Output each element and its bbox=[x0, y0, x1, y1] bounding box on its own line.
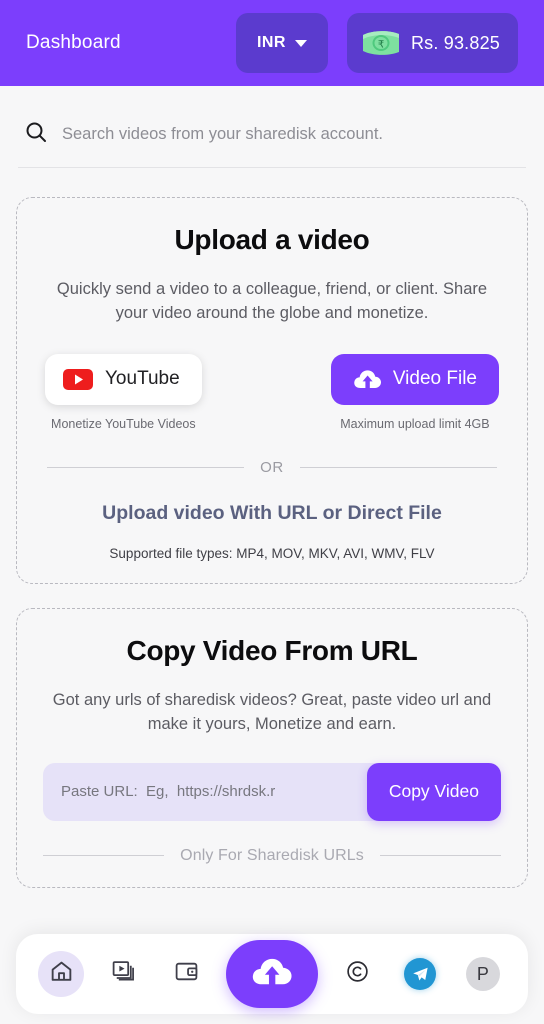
or-divider-label: OR bbox=[260, 458, 284, 476]
wallet-icon bbox=[174, 959, 199, 989]
nav-item-telegram[interactable] bbox=[397, 951, 443, 997]
video-file-button-label: Video File bbox=[392, 368, 477, 390]
upload-actions: YouTube Monetize YouTube Videos Video Fi… bbox=[35, 353, 509, 431]
cloud-upload-icon bbox=[251, 955, 293, 994]
video-file-button[interactable]: Video File bbox=[330, 353, 499, 405]
svg-text:₹: ₹ bbox=[378, 40, 384, 51]
home-icon bbox=[49, 959, 74, 989]
app-header: Dashboard INR ₹ Rs. 93.825 bbox=[0, 0, 544, 86]
copy-url-row: Copy Video bbox=[35, 762, 509, 821]
nav-item-wallet[interactable] bbox=[163, 951, 209, 997]
chevron-down-icon bbox=[294, 39, 307, 47]
youtube-icon bbox=[63, 368, 93, 390]
copy-card-subtitle: Got any urls of sharedisk videos? Great,… bbox=[52, 690, 492, 733]
copyright-icon bbox=[345, 959, 370, 989]
copy-card-title: Copy Video From URL bbox=[126, 634, 418, 666]
search-input[interactable]: Search videos from your sharedisk accoun… bbox=[62, 125, 383, 144]
nav-item-profile[interactable]: P bbox=[460, 951, 506, 997]
cloud-upload-icon bbox=[353, 368, 382, 391]
upload-video-card: Upload a video Quickly send a video to a… bbox=[16, 197, 528, 584]
youtube-action-group: YouTube Monetize YouTube Videos bbox=[45, 353, 202, 431]
videofile-action-group: Video File Maximum upload limit 4GB bbox=[330, 353, 499, 431]
copy-video-card: Copy Video From URL Got any urls of shar… bbox=[16, 607, 528, 888]
currency-selector[interactable]: INR bbox=[235, 13, 328, 73]
or-divider: OR bbox=[35, 459, 509, 476]
search-icon bbox=[24, 120, 48, 149]
nav-item-copyright[interactable] bbox=[335, 951, 381, 997]
avatar: P bbox=[465, 957, 500, 991]
balance-chip[interactable]: ₹ Rs. 93.825 bbox=[346, 13, 518, 73]
search-section: Search videos from your sharedisk accoun… bbox=[16, 86, 528, 168]
upload-with-url-link[interactable]: Upload video With URL or Direct File bbox=[35, 502, 509, 525]
money-banknote-icon: ₹ bbox=[361, 29, 401, 57]
sharedisk-divider-label: Only For Sharedisk URLs bbox=[180, 846, 364, 864]
divider-line-right bbox=[299, 466, 498, 468]
telegram-icon bbox=[404, 958, 437, 990]
divider-line-left-2 bbox=[43, 855, 165, 857]
balance-amount: Rs. 93.825 bbox=[410, 32, 500, 53]
upload-card-subtitle: Quickly send a video to a colleague, fri… bbox=[56, 280, 488, 322]
currency-code-label: INR bbox=[257, 34, 286, 51]
divider-line-left bbox=[47, 466, 245, 468]
nav-item-videos[interactable] bbox=[101, 951, 147, 997]
bottom-navigation: P bbox=[16, 934, 528, 1014]
page-title: Dashboard bbox=[26, 32, 121, 53]
divider-line-right-2 bbox=[379, 855, 502, 857]
video-library-icon bbox=[111, 959, 136, 989]
youtube-button-label: YouTube bbox=[105, 368, 180, 390]
nav-item-upload[interactable] bbox=[225, 940, 318, 1008]
youtube-button-caption: Monetize YouTube Videos bbox=[51, 416, 196, 431]
nav-item-home[interactable] bbox=[38, 951, 84, 997]
youtube-button[interactable]: YouTube bbox=[45, 353, 202, 405]
upload-card-title: Upload a video bbox=[174, 224, 370, 255]
video-file-button-caption: Maximum upload limit 4GB bbox=[340, 416, 490, 431]
copy-video-button[interactable]: Copy Video bbox=[366, 762, 501, 821]
search-bar[interactable]: Search videos from your sharedisk accoun… bbox=[18, 112, 526, 168]
supported-file-types: Supported file types: MP4, MOV, MKV, AVI… bbox=[109, 545, 435, 561]
sharedisk-divider: Only For Sharedisk URLs bbox=[35, 847, 509, 865]
